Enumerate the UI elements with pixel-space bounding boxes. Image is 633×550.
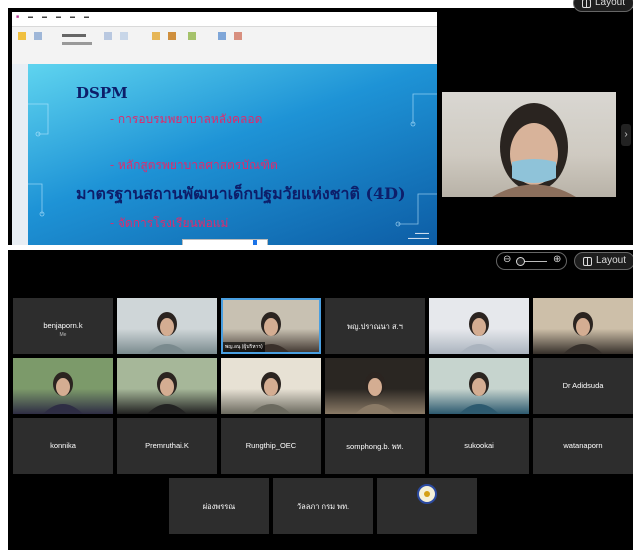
participant-video <box>251 372 291 414</box>
participant-tile[interactable]: Premruthai.K <box>117 418 217 474</box>
participant-tile[interactable]: sukookai <box>429 418 529 474</box>
participant-tile[interactable] <box>13 358 113 414</box>
participant-name: ผ่องพรรณ <box>202 502 236 511</box>
find-icon[interactable] <box>218 32 226 40</box>
layout-label: Layout <box>595 0 626 8</box>
dictate-icon[interactable] <box>234 32 242 40</box>
participant-tile[interactable]: วัลลภา กรม พท. <box>273 478 373 534</box>
participant-tile[interactable]: พญ.ปราณนา ส.ฯ <box>325 298 425 354</box>
office-ribbon: ■ ▬ ▬ ▬ ▬ ▬ <box>12 12 437 65</box>
participant-video <box>355 372 395 414</box>
share-notification-bar <box>182 239 268 245</box>
participant-name: Dr Adidsuda <box>562 381 604 390</box>
participant-name: Premruthai.K <box>145 441 189 450</box>
font-box[interactable] <box>62 34 86 37</box>
presentation-slide: DSPM - การอบรมพยาบาลหลังคลอด - หลักสูตรพ… <box>28 64 437 245</box>
tab-design[interactable]: ▬ <box>56 14 61 20</box>
paragraph-icon[interactable] <box>104 32 112 40</box>
slide-title: DSPM <box>76 84 128 102</box>
participant-tile[interactable] <box>429 358 529 414</box>
gallery-panel: ⊖ ⊕ Layout benjaporn.k Me พญ.อนุ (ผู้บริหา… <box>8 250 633 550</box>
tab-insert[interactable]: ▬ <box>42 14 47 20</box>
speaker-video <box>442 92 616 197</box>
participant-tile[interactable]: พญ.อนุ (ผู้บริหาร) <box>221 298 321 354</box>
participant-tile[interactable]: konnika <box>13 418 113 474</box>
zoom-in-icon[interactable]: ⊕ <box>553 254 561 265</box>
tab-home[interactable]: ▬ <box>28 14 33 20</box>
new-slide-icon[interactable] <box>34 32 42 40</box>
participant-tile[interactable] <box>377 478 477 534</box>
participant-tile[interactable]: Rungthip_OEC <box>221 418 321 474</box>
participant-name: พญ.ปราณนา ส.ฯ <box>347 322 403 331</box>
top-layout-button[interactable]: Layout <box>573 0 633 12</box>
stop-share-button[interactable] <box>253 240 257 245</box>
gallery-layout-label: Layout <box>596 255 627 266</box>
participant-tile[interactable] <box>429 298 529 354</box>
tab-animations[interactable]: ▬ <box>84 14 89 20</box>
participant-tile[interactable]: somphong.b. พท. <box>325 418 425 474</box>
participant-video <box>43 372 83 414</box>
layout-grid-icon <box>583 256 592 266</box>
speaker-figure <box>492 103 576 197</box>
quick-styles-icon[interactable] <box>188 32 196 40</box>
participant-tile[interactable] <box>117 358 217 414</box>
participant-tile[interactable]: ผ่องพรรณ <box>169 478 269 534</box>
gallery-layout-button[interactable]: Layout <box>574 252 633 270</box>
participant-name: วัลลภา กรม พท. <box>296 502 350 511</box>
participant-tile[interactable] <box>117 298 217 354</box>
slide-heading-line: มาตรฐานสถานพัฒนาเด็กปฐมวัยแห่งชาติ (4D) <box>76 184 406 203</box>
participant-video <box>147 312 187 354</box>
format-row[interactable] <box>62 42 92 45</box>
participant-tile[interactable]: benjaporn.k Me <box>13 298 113 354</box>
participant-tile[interactable]: Dr Adidsuda <box>533 358 633 414</box>
participant-tile[interactable] <box>533 298 633 354</box>
paste-icon[interactable] <box>18 32 26 40</box>
participant-video <box>459 372 499 414</box>
tab-file[interactable]: ■ <box>16 14 19 20</box>
slide-thumbnail-strip[interactable] <box>12 64 28 245</box>
participant-video <box>147 372 187 414</box>
slide-bullet-2: - หลักสูตรพยาบาลศาสตรบัณฑิต <box>110 158 278 172</box>
participant-tile[interactable]: watanaporn <box>533 418 633 474</box>
zoom-knob[interactable] <box>516 257 525 266</box>
arrange-icon[interactable] <box>168 32 176 40</box>
shared-powerpoint-window: ■ ▬ ▬ ▬ ▬ ▬ DSPM - การอบรมพยาบาลหลังคลอด… <box>12 12 437 245</box>
zoom-slider[interactable]: ⊖ ⊕ <box>496 252 567 270</box>
participant-name: Rungthip_OEC <box>245 441 297 450</box>
participant-name-tag: พญ.อนุ (ผู้บริหาร) <box>223 342 265 352</box>
next-page-arrow[interactable]: › <box>621 124 631 146</box>
participant-name: somphong.b. พท. <box>346 442 404 451</box>
slide-footer-text: ▬▬▬▬ ▬▬▬▬▬▬ <box>408 231 429 240</box>
participant-name: watanaporn <box>563 441 603 450</box>
participant-video <box>563 312 603 354</box>
tab-transitions[interactable]: ▬ <box>70 14 75 20</box>
participant-tile[interactable] <box>221 358 321 414</box>
organization-emblem-icon <box>417 484 437 504</box>
ribbon-tab-bar: ■ ▬ ▬ ▬ ▬ ▬ <box>12 12 437 27</box>
participant-video <box>459 312 499 354</box>
participant-tile[interactable] <box>325 358 425 414</box>
layout-grid-icon <box>582 0 591 8</box>
participant-name: konnika <box>50 441 76 450</box>
screen-share-panel: ■ ▬ ▬ ▬ ▬ ▬ DSPM - การอบรมพยาบาลหลังคลอด… <box>8 8 633 245</box>
shapes-icon[interactable] <box>152 32 160 40</box>
participant-subtitle: Me <box>59 332 67 338</box>
zoom-out-icon[interactable]: ⊖ <box>503 254 511 265</box>
align-icon[interactable] <box>120 32 128 40</box>
participant-name: benjaporn.k <box>43 321 83 330</box>
participant-name: sukookai <box>464 441 494 450</box>
slide-bullet-1: - การอบรมพยาบาลหลังคลอด <box>110 112 263 126</box>
slide-bullet-3: - จัดการโรงเรียนพ่อแม่ <box>110 216 229 230</box>
